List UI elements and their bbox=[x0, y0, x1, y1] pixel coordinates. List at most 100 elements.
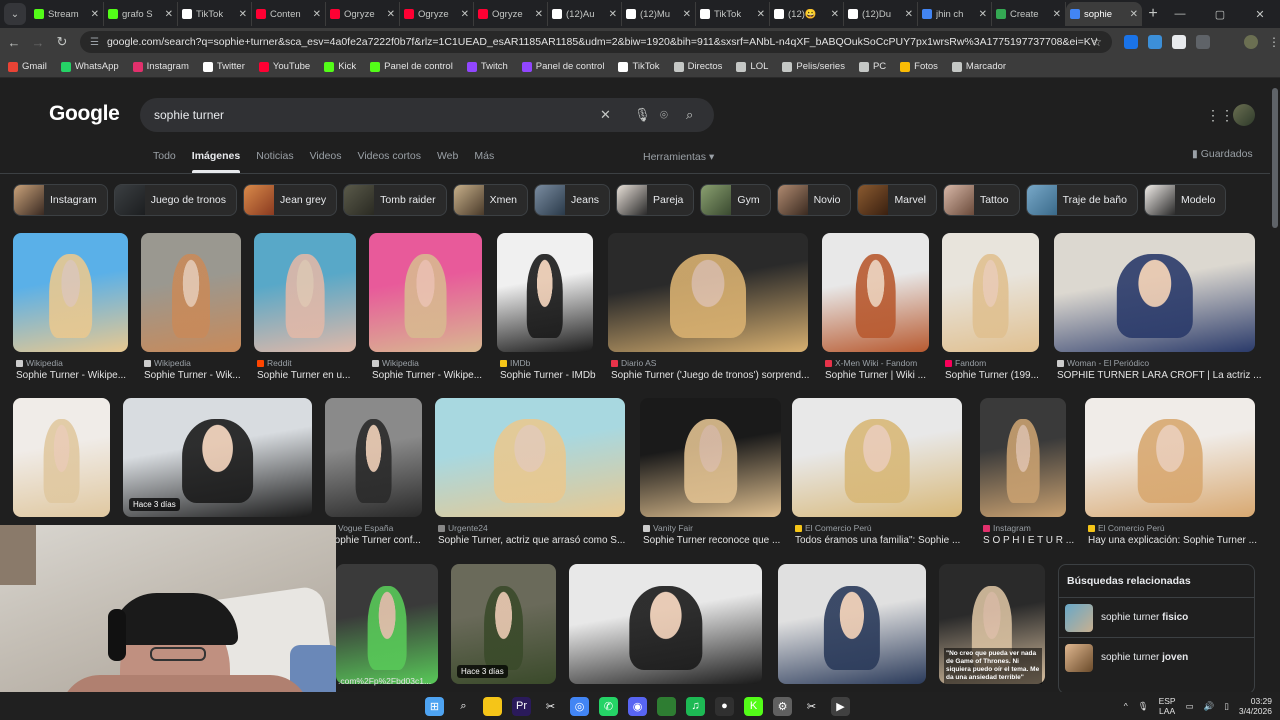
result-caption[interactable]: .com%2Fp%2Fbd03c1... bbox=[338, 676, 440, 686]
result-source[interactable]: Vanity Fair bbox=[643, 523, 693, 533]
obs-icon[interactable]: ● bbox=[715, 696, 734, 716]
premiere-icon[interactable]: Pr bbox=[512, 696, 531, 716]
nav-tab-4[interactable]: Videos cortos bbox=[358, 150, 421, 172]
bookmark-item[interactable]: Instagram bbox=[132, 61, 189, 72]
tools-button[interactable]: Herramientas ▾ bbox=[643, 151, 714, 163]
result-thumbnail[interactable] bbox=[13, 233, 128, 352]
chrome-icon[interactable]: ◎ bbox=[570, 696, 589, 716]
settings-icon[interactable]: ⚙ bbox=[773, 696, 792, 716]
volume-icon[interactable]: 🔊 bbox=[1204, 701, 1215, 712]
file-explorer-icon[interactable] bbox=[483, 696, 502, 716]
chip-modelo[interactable]: Modelo bbox=[1143, 184, 1227, 216]
bookmark-item[interactable]: Pelis/series bbox=[782, 61, 845, 72]
browser-tab[interactable]: (12)Au ✕ bbox=[548, 2, 622, 26]
bookmark-item[interactable]: Marcador bbox=[951, 61, 1006, 72]
result-source[interactable]: IMDb bbox=[500, 358, 530, 368]
clear-icon[interactable]: ✕ bbox=[600, 107, 611, 123]
tray-overflow-icon[interactable]: ^ bbox=[1124, 701, 1128, 711]
result-thumbnail[interactable] bbox=[13, 398, 110, 517]
bookmark-item[interactable]: TikTok bbox=[618, 61, 660, 72]
result-thumbnail[interactable] bbox=[792, 398, 962, 517]
close-tab-icon[interactable]: ✕ bbox=[1130, 9, 1138, 20]
capcut2-icon[interactable]: ✂ bbox=[802, 696, 821, 716]
close-tab-icon[interactable]: ✕ bbox=[979, 9, 987, 20]
result-thumbnail[interactable] bbox=[1054, 233, 1255, 352]
capcut-icon[interactable]: ✂ bbox=[541, 696, 560, 716]
search-box[interactable]: sophie turner ✕ 🎙 ⌾ ⌕ bbox=[140, 98, 714, 132]
media-player-icon[interactable]: ▶ bbox=[831, 696, 850, 716]
windows-icon[interactable]: ⊞ bbox=[425, 696, 444, 716]
forward-button[interactable]: → bbox=[26, 35, 50, 50]
browser-tab[interactable]: grafo S ✕ bbox=[104, 2, 178, 26]
extension-icon[interactable] bbox=[1172, 35, 1186, 49]
chip-xmen[interactable]: Xmen bbox=[452, 184, 529, 216]
mic-icon[interactable]: 🎙 bbox=[1138, 701, 1149, 712]
result-thumbnail[interactable] bbox=[980, 398, 1066, 517]
browser-tab[interactable]: Ogryze ✕ bbox=[400, 2, 474, 26]
result-thumbnail[interactable] bbox=[254, 233, 356, 352]
browser-tab[interactable]: Ogryze ✕ bbox=[474, 2, 548, 26]
language-indicator[interactable]: ESP LAA bbox=[1159, 696, 1176, 716]
chip-novio[interactable]: Novio bbox=[776, 184, 852, 216]
result-source[interactable]: Wikipedia bbox=[372, 358, 419, 368]
result-caption[interactable]: Sophie Turner en u... bbox=[257, 370, 367, 381]
result-thumbnail[interactable] bbox=[325, 398, 422, 517]
browser-tab[interactable]: (12)😀 ✕ bbox=[770, 2, 844, 26]
whatsapp-icon[interactable]: ✆ bbox=[599, 696, 618, 716]
bookmark-item[interactable]: YouTube bbox=[258, 61, 310, 72]
result-caption[interactable]: Sophie Turner | Wiki ... bbox=[825, 370, 940, 381]
result-source[interactable]: El Comercio Perú bbox=[795, 523, 872, 533]
related-search-item[interactable]: sophie turner fisico bbox=[1059, 597, 1254, 637]
result-caption[interactable]: Sophie Turner - Wikipe... bbox=[16, 370, 139, 381]
result-source[interactable]: Urgente24 bbox=[438, 523, 488, 533]
result-source[interactable]: El Comercio Perú bbox=[1088, 523, 1165, 533]
search-icon[interactable]: ⌕ bbox=[454, 697, 473, 716]
result-caption[interactable]: Sophie Turner - IMDb bbox=[500, 370, 604, 381]
result-thumbnail[interactable] bbox=[1085, 398, 1255, 517]
page-scrollbar[interactable] bbox=[1270, 78, 1280, 692]
account-avatar[interactable] bbox=[1233, 104, 1255, 126]
translate-extension-icon[interactable] bbox=[1148, 35, 1162, 49]
close-tab-icon[interactable]: ✕ bbox=[461, 9, 469, 20]
chip-juego-de-tronos[interactable]: Juego de tronos bbox=[113, 184, 237, 216]
chip-traje-de-baño[interactable]: Traje de baño bbox=[1025, 184, 1138, 216]
extensions-puzzle-icon[interactable] bbox=[1196, 35, 1210, 49]
result-thumbnail[interactable] bbox=[608, 233, 808, 352]
result-caption[interactable]: S O P H I E T U R ... bbox=[983, 535, 1077, 546]
result-caption[interactable]: Sophie Turner, actriz que arrasó como S.… bbox=[438, 535, 636, 546]
nav-tab-5[interactable]: Web bbox=[437, 150, 458, 172]
bookmark-item[interactable]: Panel de control bbox=[521, 61, 604, 72]
bookmark-item[interactable]: LOL bbox=[736, 61, 768, 72]
result-source[interactable]: X-Men Wiki - Fandom bbox=[825, 358, 917, 368]
browser-tab[interactable]: (12)Du ✕ bbox=[844, 2, 918, 26]
app-icon[interactable] bbox=[657, 696, 676, 716]
result-caption[interactable]: Todos éramos una familia": Sophie ... bbox=[795, 535, 973, 546]
nav-tab-2[interactable]: Noticias bbox=[256, 150, 293, 172]
result-source[interactable]: Wikipedia bbox=[144, 358, 191, 368]
result-source[interactable]: Fandom bbox=[945, 358, 986, 368]
bookmark-item[interactable]: Fotos bbox=[900, 61, 938, 72]
network-icon[interactable]: ▭ bbox=[1186, 701, 1194, 712]
chip-pareja[interactable]: Pareja bbox=[616, 184, 695, 216]
chip-jean-grey[interactable]: Jean grey bbox=[243, 184, 338, 216]
result-source[interactable]: Wikipedia bbox=[16, 358, 63, 368]
result-source[interactable]: Woman - El Periódico bbox=[1057, 358, 1149, 368]
close-tab-icon[interactable]: ✕ bbox=[313, 9, 321, 20]
result-source[interactable]: Diario AS bbox=[611, 358, 656, 368]
browser-tab[interactable]: Ogryze ✕ bbox=[326, 2, 400, 26]
tab-search-menu-button[interactable]: ⌄ bbox=[4, 3, 26, 25]
nav-tab-0[interactable]: Todo bbox=[153, 150, 176, 172]
result-thumbnail[interactable] bbox=[778, 564, 926, 684]
chip-tattoo[interactable]: Tattoo bbox=[942, 184, 1020, 216]
clock[interactable]: 03:29 3/4/2026 bbox=[1239, 696, 1272, 716]
result-thumbnail[interactable]: Hace 3 días bbox=[451, 564, 556, 684]
battery-icon[interactable]: ▯ bbox=[1224, 701, 1229, 712]
browser-tab[interactable]: sophie ✕ bbox=[1066, 2, 1142, 26]
result-caption[interactable]: Sophie Turner conf... bbox=[328, 535, 433, 546]
chip-instagram[interactable]: Instagram bbox=[13, 184, 108, 216]
result-source[interactable]: Instagram bbox=[983, 523, 1031, 533]
chip-jeans[interactable]: Jeans bbox=[534, 184, 611, 216]
nav-tab-6[interactable]: Más bbox=[474, 150, 494, 172]
result-caption[interactable]: Sophie Turner (199... bbox=[945, 370, 1050, 381]
chip-marvel[interactable]: Marvel bbox=[857, 184, 937, 216]
